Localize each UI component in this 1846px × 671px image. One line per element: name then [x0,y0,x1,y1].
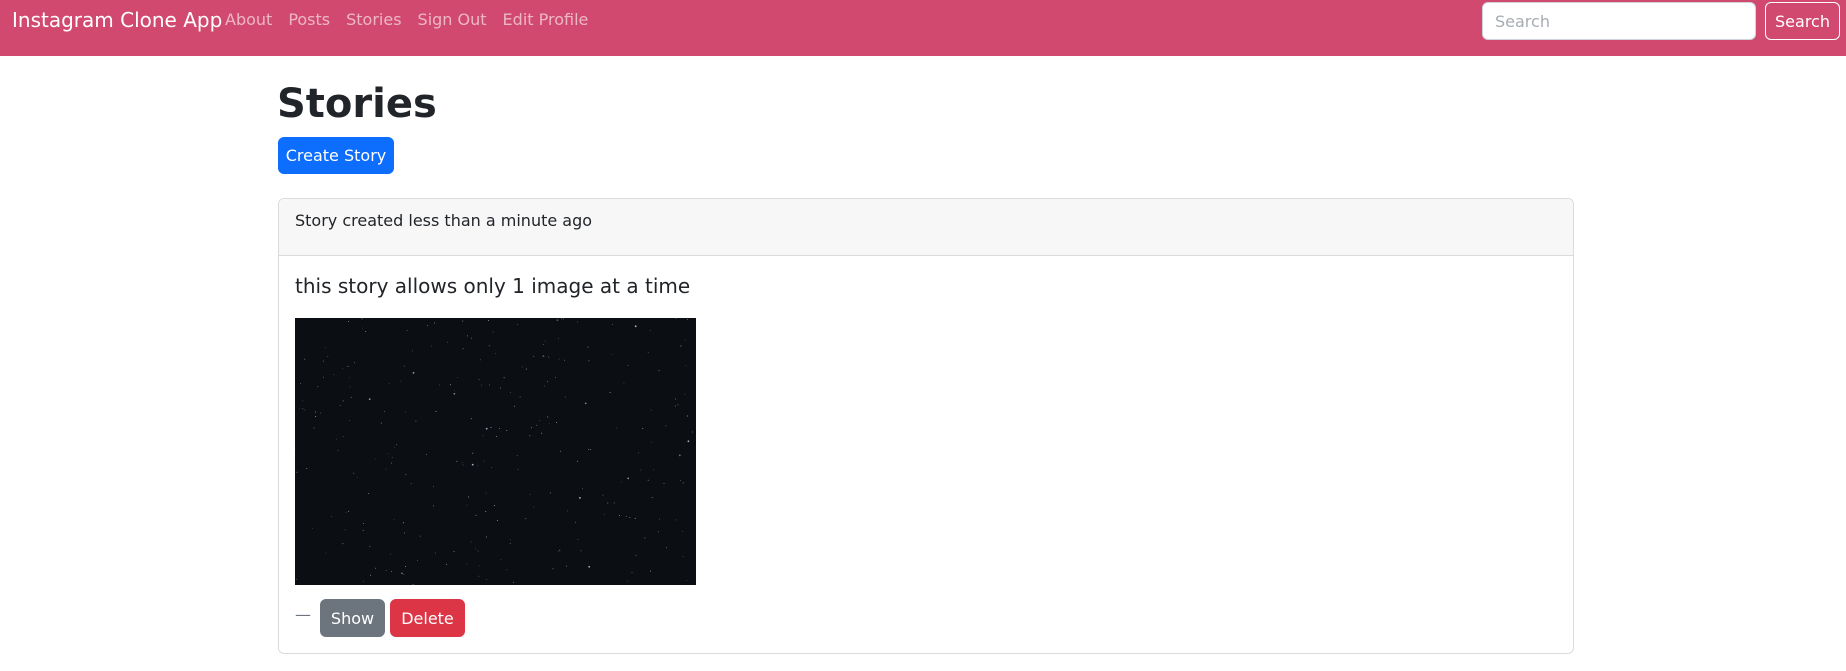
search-button[interactable]: Search [1765,2,1840,40]
nav-link-stories[interactable]: Stories [346,10,401,30]
nav-link-posts[interactable]: Posts [288,10,330,30]
nav-link-sign-out[interactable]: Sign Out [418,10,487,30]
navbar: Instagram Clone App About Posts Stories … [0,0,1846,56]
nav-link-edit-profile[interactable]: Edit Profile [503,10,589,30]
create-story-button[interactable]: Create Story [278,137,394,174]
story-body-text: this story allows only 1 image at a time [295,274,691,298]
search-input[interactable] [1482,2,1756,40]
story-card: Story created less than a minute ago thi… [278,198,1574,654]
story-card-header: Story created less than a minute ago [279,199,1573,256]
story-created-text: Story created less than a minute ago [295,211,593,230]
starry-sky-image [295,318,694,585]
nav-links: About Posts Stories Sign Out Edit Profil… [225,10,588,30]
brand-link[interactable]: Instagram Clone App [12,8,222,32]
story-image [295,318,696,585]
separator-dash: — [295,605,311,624]
show-button[interactable]: Show [320,599,385,637]
delete-button[interactable]: Delete [390,599,465,637]
page-title: Stories [277,81,437,127]
nav-link-about[interactable]: About [225,10,272,30]
